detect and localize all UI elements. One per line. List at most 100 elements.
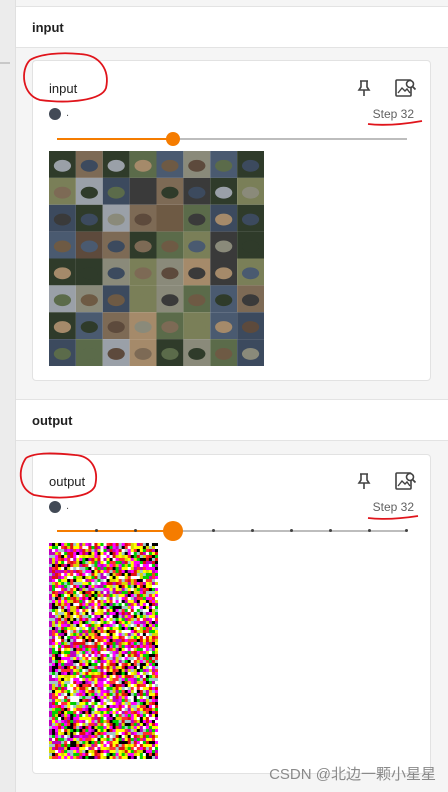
noise-pixel [154,573,159,577]
noise-pixel [88,573,92,577]
noise-pixel [52,558,56,562]
noise-pixel [73,684,77,688]
noise-pixel [58,564,62,568]
noise-pixel [118,648,122,652]
noise-pixel [121,558,125,562]
noise-pixel [61,672,65,676]
noise-pixel [145,636,150,640]
slider-tick [405,529,408,532]
noise-pixel [94,681,98,685]
noise-pixel [49,645,53,649]
noise-pixel [112,573,116,577]
step-slider[interactable] [57,521,408,541]
noise-pixel [82,681,86,685]
pin-icon[interactable] [356,79,372,97]
noise-pixel [148,735,153,739]
noise-pixel [148,714,153,718]
noise-pixel [127,549,132,553]
noise-pixel [100,552,104,556]
noise-pixel [61,561,65,565]
noise-pixel [115,642,119,646]
noise-pixel [106,579,110,583]
noise-pixel [55,675,59,679]
noise-pixel [124,618,129,622]
noise-pixel [85,747,89,751]
section-header-input[interactable]: input [16,6,448,48]
noise-pixel [103,585,107,589]
noise-pixel [94,627,98,631]
noise-pixel [67,696,71,700]
noise-pixel [94,675,98,679]
noise-pixel [109,678,113,682]
grid-cell-object [80,347,98,360]
noise-pixel [142,648,147,652]
noise-pixel [88,687,92,691]
section-header-output[interactable]: output [16,399,448,441]
noise-pixel [70,546,74,550]
noise-pixel [151,573,156,577]
noise-pixel [100,735,104,739]
noise-pixel [121,546,125,550]
noise-pixel [139,552,144,556]
noise-pixel [91,726,95,730]
noise-pixel [103,741,107,745]
noise-pixel [109,597,113,601]
noise-pixel [103,684,107,688]
noise-pixel [142,615,147,619]
noise-pixel [145,612,150,616]
noise-pixel [70,588,74,592]
slider-thumb[interactable] [166,132,180,146]
noise-pixel [76,561,80,565]
noise-pixel [139,753,144,757]
noise-pixel [106,693,110,697]
expand-image-icon[interactable] [394,77,417,99]
noise-pixel [91,720,95,724]
noise-pixel [85,561,89,565]
noise-pixel [97,588,101,592]
noise-pixel [61,738,65,742]
noise-pixel [88,708,92,712]
noise-pixel [133,705,138,709]
noise-pixel [121,564,125,568]
noise-pixel [121,699,125,703]
noise-pixel [154,696,159,700]
noise-pixel [49,543,53,547]
noise-pixel [139,726,144,730]
noise-pixel [82,723,86,727]
noise-pixel [100,720,104,724]
noise-pixel [61,600,65,604]
noise-pixel [55,588,59,592]
noise-pixel [73,675,77,679]
noise-pixel [91,591,95,595]
noise-pixel [64,585,68,589]
run-color-dot [49,108,61,120]
noise-pixel [145,675,150,679]
noise-pixel [106,612,110,616]
step-label: Step 32 [372,107,414,121]
noise-pixel [76,627,80,631]
noise-pixel [130,756,135,760]
noise-pixel [88,717,92,721]
noise-pixel [106,639,110,643]
noise-pixel [142,750,147,754]
noise-pixel [139,687,144,691]
noise-pixel [145,732,150,736]
noise-pixel [148,675,153,679]
step-slider[interactable] [57,132,407,146]
noise-pixel [124,558,129,562]
noise-pixel [61,588,65,592]
noise-pixel [70,702,74,706]
slider-thumb[interactable] [163,521,183,541]
noise-pixel [58,681,62,685]
pin-icon[interactable] [356,472,372,490]
noise-pixel [115,681,119,685]
noise-pixel [70,558,74,562]
noise-pixel [85,579,89,583]
noise-pixel [52,618,56,622]
noise-pixel [49,711,53,715]
noise-pixel [106,663,110,667]
noise-pixel [139,756,144,760]
noise-pixel [109,735,113,739]
expand-image-icon[interactable] [394,470,417,492]
noise-pixel [118,561,122,565]
